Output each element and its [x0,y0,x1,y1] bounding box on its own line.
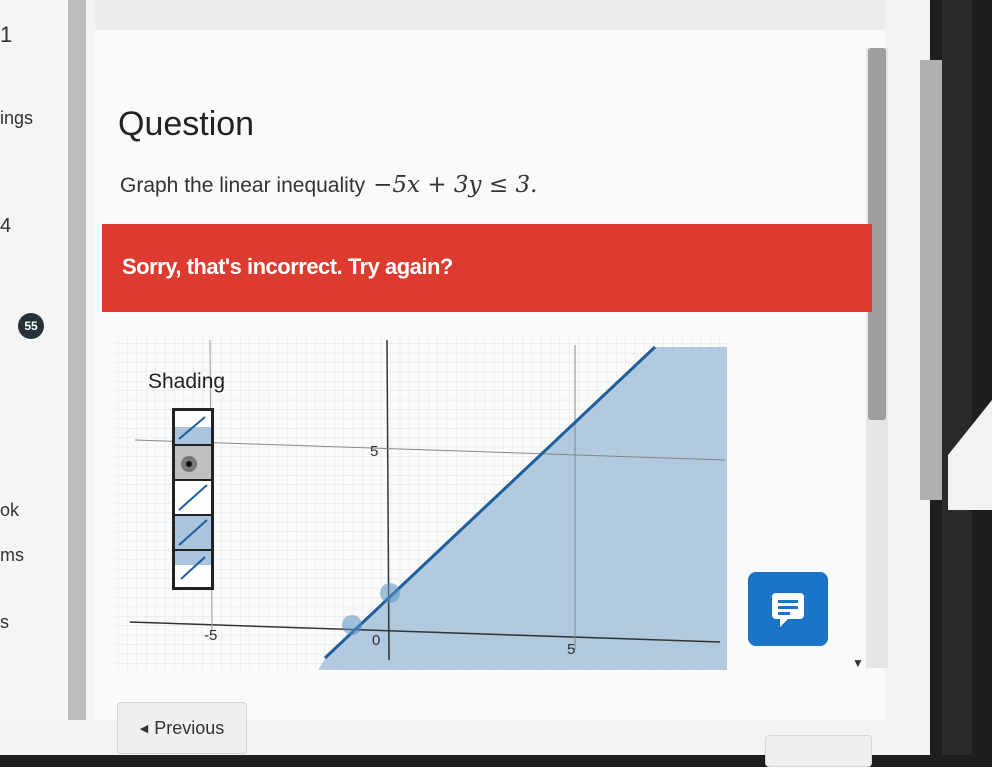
previous-label: Previous [154,717,225,738]
diagonal-line-icon [178,484,208,511]
point-icon [181,456,197,472]
tick-label-neg5: -5 [204,627,217,644]
diagonal-line-icon [175,551,211,580]
tick-label-0: 0 [372,632,380,649]
shade-tool-1[interactable] [175,411,211,446]
x-intercept-point[interactable] [342,615,362,635]
next-button[interactable] [765,735,872,767]
feedback-button[interactable] [748,572,828,646]
message-icon [772,593,804,627]
shade-tool-5[interactable] [175,551,211,584]
shade-tool-4[interactable] [175,516,211,551]
previous-button[interactable]: ◀ Previous [117,702,247,754]
shade-tool-point[interactable] [175,446,211,481]
diagonal-line-icon [175,416,211,444]
tick-label-x5: 5 [567,641,575,658]
tick-label-y5: 5 [370,443,378,460]
shade-tool-3[interactable] [175,481,211,516]
y-intercept-point[interactable] [380,583,400,603]
shading-palette [172,408,214,590]
diagonal-line-icon [175,516,211,549]
shading-label: Shading [148,370,226,393]
caret-left-icon: ◀ [139,722,149,735]
